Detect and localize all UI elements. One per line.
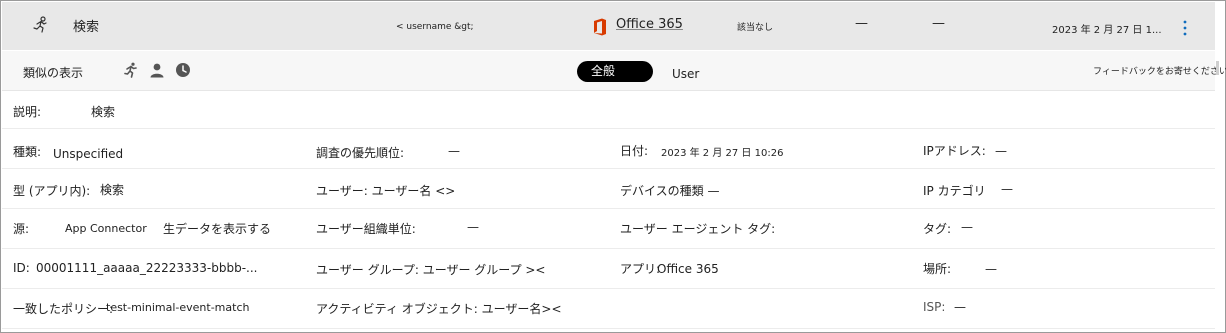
device-type-label: デバイスの種類 — <box>620 184 720 198</box>
user-groups-label: ユーザー グループ: ユーザー グループ >< <box>316 263 546 277</box>
detail-row-inapp-type: 型 (アプリ内): 検索 ユーザー: ユーザー名 <> デバイスの種類 — IP… <box>2 169 1215 209</box>
feedback-link[interactable]: フィードバックをお寄せください。 <box>1093 64 1226 77</box>
description-label: 説明: <box>13 105 42 119</box>
activity-title: 検索 <box>73 20 100 35</box>
location-label: 場所: <box>923 262 952 276</box>
ip-category-value: — <box>1001 182 1013 196</box>
app-value: Office 365 <box>657 262 719 276</box>
activity-detail-panel: 検索 < username &gt; Office 365 該当なし — — 2… <box>0 0 1226 333</box>
tags-label: タグ: <box>923 222 952 236</box>
detail-row-type: 種類: Unspecified 調査の優先順位: — 日付: 2023 年 2 … <box>2 129 1215 169</box>
view-similar-label: 類似の表示 <box>23 66 84 80</box>
activity-object-label: アクティビティ オブジェクト: ユーザー名>< <box>316 302 562 316</box>
header-user-value: < username &gt; <box>396 22 474 32</box>
header-dash-2: — <box>932 16 945 31</box>
ip-address-value: — <box>995 144 1007 158</box>
source-value: App Connector <box>65 222 147 235</box>
more-vertical-icon[interactable] <box>1182 20 1188 36</box>
header-date: 2023 年 2 月 27 日 1... <box>1052 25 1162 36</box>
isp-label: ISP: <box>923 300 946 314</box>
scrollbar-thumb[interactable] <box>1216 61 1219 75</box>
tab-user[interactable]: User <box>672 67 699 81</box>
header-dash-1: — <box>855 16 868 31</box>
priority-label: 調査の優先順位: <box>316 146 405 160</box>
inapp-type-label: 型 (アプリ内): <box>13 184 91 198</box>
activity-header-row[interactable]: 検索 < username &gt; Office 365 該当なし — — 2… <box>2 2 1215 50</box>
id-value: 00001111_aaaaa_22223333-bbbb-... <box>36 261 258 275</box>
priority-value: — <box>448 144 460 158</box>
header-app-name: Office 365 <box>616 17 683 32</box>
detail-toolbar: 類似の表示 全般 User フィードバックをお寄せください。 <box>2 51 1226 91</box>
isp-value: — <box>954 300 966 314</box>
header-risk-value: 該当なし <box>737 23 774 33</box>
ip-address-label: IPアドレス: <box>923 144 986 158</box>
app-label: アプリ: <box>620 262 661 276</box>
org-unit-label: ユーザー組織単位: <box>316 222 416 236</box>
user-label: ユーザー: ユーザー名 <> <box>316 184 456 198</box>
detail-row-source: 源: App Connector 生データを表示する ユーザー組織単位: — ユ… <box>2 209 1215 249</box>
tab-general[interactable]: 全般 <box>577 61 653 82</box>
running-person-icon[interactable] <box>123 62 139 78</box>
date-label: 日付: <box>620 144 649 158</box>
clock-icon[interactable] <box>175 62 191 78</box>
type-label: 種類: <box>13 145 42 159</box>
detail-row-id: ID: 00001111_aaaaa_22223333-bbbb-... ユーザ… <box>2 249 1215 289</box>
detail-row-policy: 一致したポリシー: test-minimal-event-match アクティビ… <box>2 289 1215 329</box>
ip-category-label: IP カテゴリ <box>923 184 986 198</box>
user-agent-tags-label: ユーザー エージェント タグ: <box>620 222 776 236</box>
inapp-type-value: 検索 <box>100 183 125 197</box>
activity-run-icon <box>33 16 47 33</box>
location-value: — <box>985 262 997 276</box>
date-value: 2023 年 2 月 27 日 10:26 <box>661 148 784 159</box>
org-unit-value: — <box>467 220 479 234</box>
tags-value: — <box>961 220 973 234</box>
id-label: ID: <box>13 261 30 275</box>
person-icon[interactable] <box>149 62 165 78</box>
view-raw-data-link[interactable]: 生データを表示する <box>163 220 271 237</box>
type-value: Unspecified <box>53 147 124 161</box>
description-value: 検索 <box>91 105 116 119</box>
matched-policy-value[interactable]: test-minimal-event-match <box>106 301 249 314</box>
source-label: 源: <box>13 222 30 236</box>
matched-policy-label: 一致したポリシー: <box>13 302 114 316</box>
office-logo-icon <box>594 18 606 36</box>
detail-row-description: 説明: 検索 <box>2 92 1215 129</box>
